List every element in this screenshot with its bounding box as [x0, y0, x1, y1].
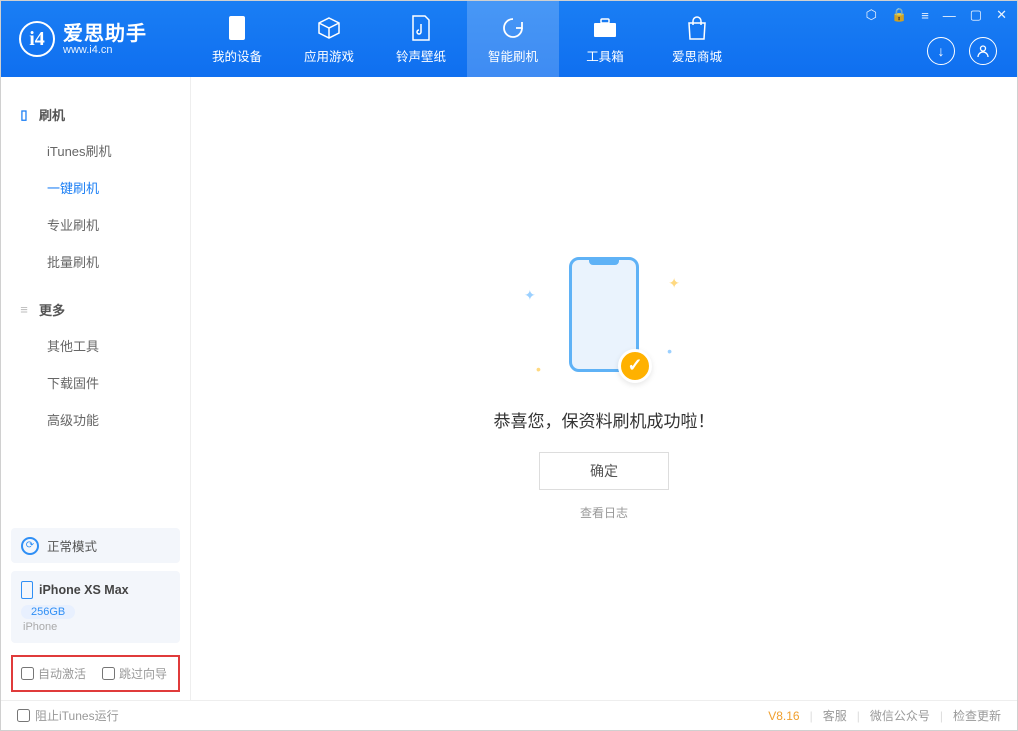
- tab-store[interactable]: 爱思商城: [651, 1, 743, 77]
- sidebar-item-pro-flash[interactable]: 专业刷机: [1, 206, 190, 243]
- sidebar-item-download-fw[interactable]: 下载固件: [1, 364, 190, 401]
- brand-name: 爱思助手: [63, 23, 147, 45]
- cube-icon: [315, 14, 343, 42]
- music-file-icon: [407, 14, 435, 42]
- sidebar: ▯ 刷机 iTunes刷机 一键刷机 专业刷机 批量刷机 ≡ 更多 其他工具 下…: [1, 77, 191, 700]
- phone-outline-icon: [21, 581, 33, 599]
- ok-button[interactable]: 确定: [539, 452, 669, 490]
- success-illustration: ✦ ✦ • • ✓: [514, 257, 694, 387]
- link-wechat[interactable]: 微信公众号: [870, 707, 930, 724]
- sidebar-group-flash: ▯ 刷机: [1, 97, 190, 132]
- brand-site: www.i4.cn: [63, 45, 147, 56]
- device-capacity: 256GB: [21, 605, 75, 619]
- shirt-icon[interactable]: ⬡: [866, 7, 877, 23]
- menu-icon[interactable]: ≡: [921, 8, 929, 23]
- flash-options-highlighted: 自动激活 跳过向导: [11, 655, 180, 692]
- check-badge-icon: ✓: [618, 349, 652, 383]
- sidebar-item-oneclick-flash[interactable]: 一键刷机: [1, 169, 190, 206]
- sidebar-item-other-tools[interactable]: 其他工具: [1, 327, 190, 364]
- sidebar-item-advanced[interactable]: 高级功能: [1, 401, 190, 438]
- mode-chip[interactable]: ⟳ 正常模式: [11, 528, 180, 563]
- window-controls: ⬡ 🔒 ≡ — ▢ ✕: [866, 7, 1007, 23]
- checkbox-block-itunes[interactable]: 阻止iTunes运行: [17, 707, 119, 724]
- close-icon[interactable]: ✕: [996, 7, 1007, 23]
- lock-icon[interactable]: 🔒: [891, 7, 907, 23]
- status-bar: 阻止iTunes运行 V8.16 | 客服 | 微信公众号 | 检查更新: [1, 700, 1017, 730]
- success-message: 恭喜您，保资料刷机成功啦！: [494, 407, 715, 432]
- tab-apps[interactable]: 应用游戏: [283, 1, 375, 77]
- tab-wallpaper[interactable]: 铃声壁纸: [375, 1, 467, 77]
- download-button[interactable]: ↓: [927, 37, 955, 65]
- sparkle-icon: ✦: [524, 287, 536, 304]
- device-info[interactable]: iPhone XS Max 256GB iPhone: [11, 571, 180, 643]
- list-icon: ≡: [17, 303, 31, 317]
- title-bar: i4 爱思助手 www.i4.cn 我的设备 应用游戏 铃声壁纸 智能刷机 工具…: [1, 1, 1017, 77]
- version-label: V8.16: [768, 709, 799, 723]
- sidebar-item-itunes-flash[interactable]: iTunes刷机: [1, 132, 190, 169]
- device-type: iPhone: [21, 621, 170, 633]
- link-support[interactable]: 客服: [823, 707, 847, 724]
- refresh-shield-icon: [499, 14, 527, 42]
- tab-flash[interactable]: 智能刷机: [467, 1, 559, 77]
- checkbox-auto-activate[interactable]: 自动激活: [21, 665, 86, 682]
- link-check-update[interactable]: 检查更新: [953, 707, 1001, 724]
- main-panel: ✦ ✦ • • ✓ 恭喜您，保资料刷机成功啦！ 确定 查看日志: [191, 77, 1017, 700]
- briefcase-icon: [591, 14, 619, 42]
- sparkle-icon: •: [667, 343, 672, 359]
- sparkle-icon: •: [536, 361, 541, 377]
- sidebar-item-batch-flash[interactable]: 批量刷机: [1, 243, 190, 280]
- checkbox-skip-guide[interactable]: 跳过向导: [102, 665, 167, 682]
- phone-icon: ▯: [17, 108, 31, 122]
- sidebar-group-more: ≡ 更多: [1, 292, 190, 327]
- tab-toolbox[interactable]: 工具箱: [559, 1, 651, 77]
- device-icon: [223, 14, 251, 42]
- minimize-icon[interactable]: —: [943, 8, 956, 23]
- bag-icon: [683, 14, 711, 42]
- view-log-link[interactable]: 查看日志: [580, 504, 628, 521]
- logo-icon: i4: [19, 21, 55, 57]
- tab-my-device[interactable]: 我的设备: [191, 1, 283, 77]
- nav-tabs: 我的设备 应用游戏 铃声壁纸 智能刷机 工具箱 爱思商城: [191, 1, 743, 77]
- logo[interactable]: i4 爱思助手 www.i4.cn: [1, 21, 191, 57]
- user-button[interactable]: [969, 37, 997, 65]
- mode-icon: ⟳: [21, 537, 39, 555]
- sparkle-icon: ✦: [668, 275, 680, 292]
- maximize-icon[interactable]: ▢: [970, 7, 982, 23]
